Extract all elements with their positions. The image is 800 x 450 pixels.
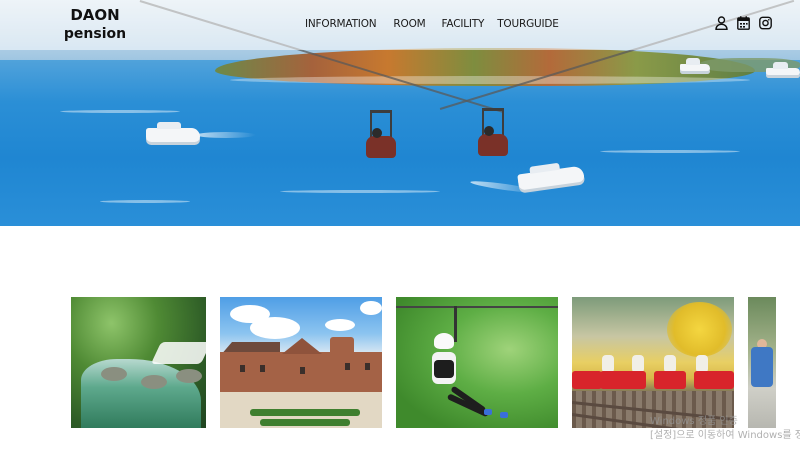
site-logo[interactable]: DAON pension — [60, 6, 130, 44]
windows-activation-watermark: Windows 정품 인증 [설정]으로 이동하여 Windows를 정품 인 — [650, 415, 800, 443]
gallery-thumb-brick-building[interactable] — [220, 297, 382, 428]
logo-line-2: pension — [63, 26, 127, 42]
hero-wave — [60, 110, 180, 113]
header-icon-group — [715, 16, 772, 30]
hero-wave — [100, 200, 190, 203]
hero-shore — [230, 76, 750, 84]
top-navbar: DAON pension INFORMATION ROOM FACILITY T… — [0, 0, 800, 50]
boat — [680, 58, 710, 71]
watermark-line-1: Windows 정품 인증 — [650, 416, 738, 427]
boat-wake — [196, 132, 256, 138]
gallery-thumb-rail-bike[interactable] — [572, 297, 734, 428]
tour-gallery — [0, 297, 800, 429]
watermark-line-2: [설정]으로 이동하여 Windows를 정품 인 — [650, 430, 800, 441]
nav-item-tourguide[interactable]: TOURGUIDE — [497, 18, 559, 30]
boat — [146, 122, 200, 142]
gallery-thumb-valley-stream[interactable] — [71, 297, 206, 428]
instagram-icon[interactable] — [759, 16, 772, 30]
hero-wave — [280, 190, 440, 193]
calendar-icon[interactable] — [737, 16, 750, 30]
boat — [766, 62, 800, 75]
boat — [517, 165, 585, 191]
user-icon[interactable] — [715, 16, 728, 30]
nav-item-room[interactable]: ROOM — [393, 18, 425, 30]
logo-line-1: DAON — [70, 6, 120, 24]
gallery-thumb-people-street[interactable] — [748, 297, 776, 428]
gallery-thumb-zipline-rider[interactable] — [396, 297, 558, 428]
nav-item-information[interactable]: INFORMATION — [305, 18, 377, 30]
hero-wave — [600, 150, 740, 153]
nav-item-facility[interactable]: FACILITY — [442, 18, 485, 30]
main-menu: INFORMATION ROOM FACILITY TOURGUIDE — [305, 18, 559, 30]
